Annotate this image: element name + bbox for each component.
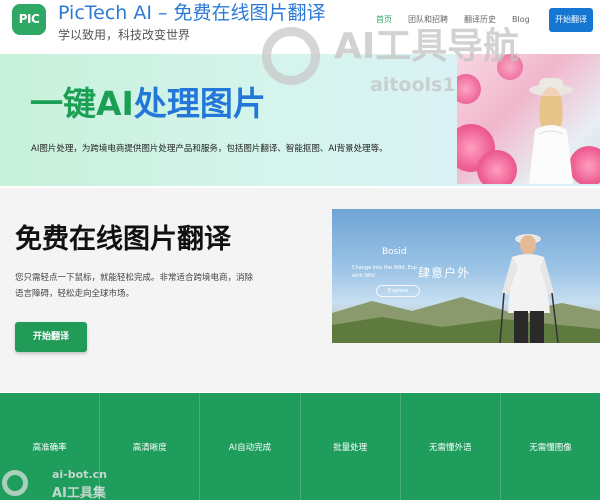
feature-high-definition: 高清晰度: [100, 393, 201, 500]
ad-brand: Bosid: [382, 247, 407, 257]
feature-ai-auto: AI自动完成: [200, 393, 301, 500]
hero-title: 一键AI处理图片: [30, 82, 266, 126]
hero-image: [457, 54, 600, 184]
features-bar: 高准确率 高清晰度 AI自动完成 批量处理 无需懂外语 无需懂图像: [0, 393, 600, 500]
site-header: PIC PicTech AI – 免费在线图片翻译 学以致用，科技改变世界 首页…: [0, 0, 600, 52]
model-photo: [529, 78, 573, 184]
translate-section-title: 免费在线图片翻译: [15, 224, 231, 255]
hero-banner: 一键AI处理图片 AI图片处理，为跨境电商提供图片处理产品和服务，包括图片翻译、…: [0, 54, 600, 186]
site-logo[interactable]: PIC: [12, 4, 46, 35]
hero-title-part1: 一键AI: [30, 84, 134, 123]
feature-high-accuracy: 高准确率: [0, 393, 101, 500]
header-start-translate-button[interactable]: 开始翻译: [549, 8, 593, 32]
feature-no-foreign-language: 无需懂外语: [401, 393, 501, 500]
site-title[interactable]: PicTech AI – 免费在线图片翻译: [58, 0, 326, 26]
hero-description: AI图片处理，为跨境电商提供图片处理产品和服务，包括图片翻译、智能抠图、AI背景…: [31, 144, 388, 154]
main-nav: 首页 团队和招聘 翻译历史 Blog: [376, 13, 546, 27]
ad-explore-button: Explore: [376, 285, 420, 297]
feature-no-image-skills: 无需懂图像: [529, 442, 572, 453]
nav-item-blog[interactable]: Blog: [512, 13, 530, 27]
nav-item-team[interactable]: 团队和招聘: [408, 13, 448, 27]
nav-item-home[interactable]: 首页: [376, 13, 392, 27]
start-translate-button[interactable]: 开始翻译: [15, 322, 87, 352]
ad-tagline: Change into the Wild, Exp with Wild: [352, 265, 417, 279]
translate-section-description: 您只需轻点一下鼠标，就能轻松完成。非常适合跨境电商，消除语言障碍，轻松走向全球市…: [15, 273, 254, 299]
hero-title-part2: 处理图片: [133, 84, 266, 123]
feature-batch: 批量处理: [301, 393, 401, 500]
translate-section: 免费在线图片翻译 您只需轻点一下鼠标，就能轻松完成。非常适合跨境电商，消除语言障…: [0, 188, 600, 392]
ad-chinese-text: 肆意户外: [418, 266, 471, 280]
outdoor-ad-image: Bosid Change into the Wild, Exp with Wil…: [332, 209, 600, 343]
nav-item-history[interactable]: 翻译历史: [464, 13, 496, 27]
hiker-figure: [499, 234, 559, 343]
site-slogan: 学以致用，科技改变世界: [58, 28, 191, 42]
